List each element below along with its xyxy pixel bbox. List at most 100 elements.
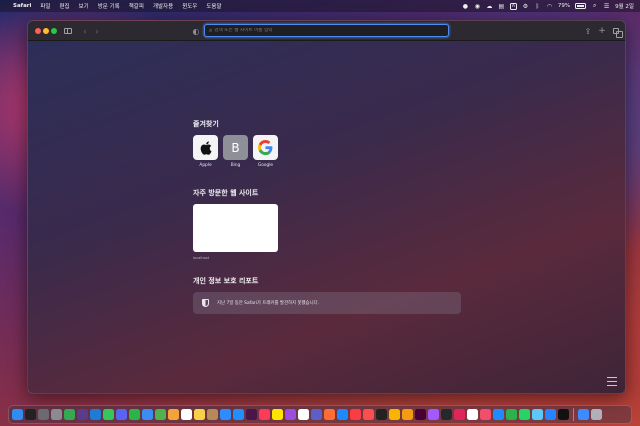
dock xyxy=(8,405,632,424)
github-desktop-icon[interactable] xyxy=(77,409,88,420)
pages-icon[interactable] xyxy=(402,409,413,420)
launchpad-icon[interactable] xyxy=(38,409,49,420)
menu-bookmarks[interactable]: 책갈피 xyxy=(129,2,144,10)
address-input[interactable] xyxy=(214,28,435,33)
search-icon: ⌕ xyxy=(209,26,213,34)
safari-icon[interactable] xyxy=(233,409,244,420)
record-icon[interactable]: ● xyxy=(462,3,469,10)
preview-icon[interactable] xyxy=(532,409,543,420)
teams-icon[interactable] xyxy=(311,409,322,420)
sourcetree-icon[interactable] xyxy=(545,409,556,420)
favorite-google[interactable]: Google xyxy=(253,135,278,168)
activity-monitor-icon[interactable] xyxy=(558,409,569,420)
notes-icon[interactable] xyxy=(194,409,205,420)
mail-icon[interactable] xyxy=(142,409,153,420)
music-note-icon[interactable] xyxy=(350,409,361,420)
frequent-site-thumbnail[interactable] xyxy=(193,204,278,252)
apple-logo-icon xyxy=(193,135,218,160)
battery-percent: 79% xyxy=(557,3,571,9)
favorite-bing[interactable]: B Bing xyxy=(223,135,248,168)
menu-view[interactable]: 보기 xyxy=(79,2,89,10)
shortcuts-icon[interactable] xyxy=(480,409,491,420)
forward-button[interactable]: › xyxy=(93,25,101,37)
sidebar-toggle-button[interactable] xyxy=(63,25,73,37)
maps-icon[interactable] xyxy=(155,409,166,420)
github-icon[interactable] xyxy=(441,409,452,420)
system-preferences-icon[interactable] xyxy=(51,409,62,420)
favorite-apple[interactable]: Apple xyxy=(193,135,218,168)
input-source-icon[interactable]: A xyxy=(509,2,517,10)
slider-line xyxy=(607,385,617,386)
control-center-icon[interactable]: ⚙ xyxy=(522,3,529,10)
news-icon[interactable] xyxy=(363,409,374,420)
battery-icon[interactable] xyxy=(575,3,587,9)
slider-line xyxy=(607,377,617,378)
trash-icon[interactable] xyxy=(590,409,602,420)
customize-start-page-button[interactable] xyxy=(607,377,617,386)
back-button[interactable]: ‹ xyxy=(81,25,89,37)
menu-help[interactable]: 도움말 xyxy=(206,2,221,10)
close-window-button[interactable] xyxy=(35,28,41,34)
google-logo-icon xyxy=(253,135,278,160)
intellij-icon[interactable] xyxy=(454,409,465,420)
facetime-icon[interactable] xyxy=(129,409,140,420)
messages-icon[interactable] xyxy=(103,409,114,420)
cloud-icon[interactable]: ☁ xyxy=(486,3,493,10)
downloads-icon[interactable] xyxy=(577,409,589,420)
postman-icon[interactable] xyxy=(324,409,335,420)
privacy-report-card[interactable]: 지난 7일 동안 Safari가 트래커를 발견하지 못했습니다. xyxy=(193,292,461,314)
privacy-report-button[interactable]: ◐ xyxy=(191,25,201,37)
safari-window: ‹ › ◐ ⌕ ⇪ + 즐겨찾기 Apple B Bing Google xyxy=(27,20,626,394)
notion-icon[interactable] xyxy=(298,409,309,420)
share-button[interactable]: ⇪ xyxy=(583,25,593,37)
minimize-window-button[interactable] xyxy=(43,28,49,34)
favorite-label: Apple xyxy=(199,163,212,168)
music-icon[interactable] xyxy=(259,409,270,420)
kakaotalk-icon[interactable] xyxy=(272,409,283,420)
discord-icon[interactable] xyxy=(116,409,127,420)
bing-letter-icon: B xyxy=(223,135,248,160)
favorite-label: Bing xyxy=(230,163,241,168)
sketch-icon[interactable] xyxy=(389,409,400,420)
menu-history[interactable]: 방문 기록 xyxy=(98,2,120,10)
chrome-icon[interactable] xyxy=(64,409,75,420)
keynote-icon[interactable] xyxy=(493,409,504,420)
menu-bar: Safari 파일 편집 보기 방문 기록 책갈피 개발자용 윈도우 도움말 ●… xyxy=(0,0,640,12)
github-status-icon[interactable]: ◉ xyxy=(474,3,481,10)
podcasts-icon[interactable] xyxy=(285,409,296,420)
dock-separator xyxy=(573,408,574,421)
menu-app-safari[interactable]: Safari xyxy=(13,3,31,9)
tab-overview-button[interactable] xyxy=(611,25,623,38)
finder-icon[interactable] xyxy=(12,409,23,420)
photos-icon[interactable] xyxy=(168,409,179,420)
menu-edit[interactable]: 편집 xyxy=(60,2,70,10)
wifi-icon[interactable]: ◠ xyxy=(546,3,553,10)
xd-icon[interactable] xyxy=(415,409,426,420)
notification-center-icon[interactable]: ☰ xyxy=(603,3,610,10)
contacts-icon[interactable] xyxy=(207,409,218,420)
clock[interactable]: 9월 2일 xyxy=(615,2,634,10)
numbers-icon[interactable] xyxy=(506,409,517,420)
zoom-icon[interactable] xyxy=(220,409,231,420)
terminal-icon[interactable] xyxy=(25,409,36,420)
vscode-icon[interactable] xyxy=(90,409,101,420)
new-tab-button[interactable]: + xyxy=(597,25,607,37)
reminders-icon[interactable] xyxy=(467,409,478,420)
menu-develop[interactable]: 개발자용 xyxy=(153,2,173,10)
slack-icon[interactable] xyxy=(246,409,257,420)
menu-file[interactable]: 파일 xyxy=(40,2,50,10)
menu-window[interactable]: 윈도우 xyxy=(182,2,197,10)
tv-icon[interactable] xyxy=(376,409,387,420)
app-store-icon[interactable] xyxy=(337,409,348,420)
tabs-icon xyxy=(613,28,623,38)
bluetooth-icon[interactable]: ᛒ xyxy=(534,3,541,10)
calendar-icon[interactable] xyxy=(181,409,192,420)
favorite-label: Google xyxy=(257,163,274,168)
address-bar[interactable]: ⌕ xyxy=(204,24,449,37)
figma-icon[interactable] xyxy=(428,409,439,420)
zoom-window-button[interactable] xyxy=(51,28,57,34)
whatsapp-icon[interactable] xyxy=(519,409,530,420)
frequent-title: 자주 방문한 웹 사이트 xyxy=(193,189,259,197)
clipboard-icon[interactable]: ▤ xyxy=(498,3,505,10)
spotlight-icon[interactable]: ⌕ xyxy=(591,2,598,10)
